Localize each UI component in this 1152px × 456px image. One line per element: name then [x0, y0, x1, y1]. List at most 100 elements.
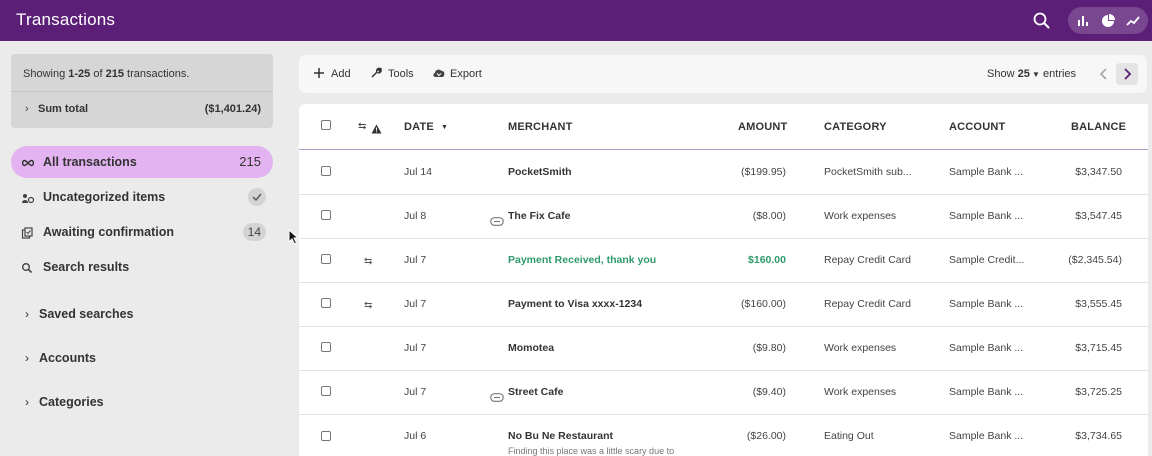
- column-header-balance[interactable]: BALANCE: [1071, 121, 1126, 133]
- row-checkbox[interactable]: [321, 431, 331, 441]
- section-accounts[interactable]: › Accounts: [11, 345, 273, 373]
- nav-label: Awaiting confirmation: [43, 225, 175, 239]
- export-button[interactable]: Export: [432, 67, 484, 81]
- search-icon[interactable]: [1032, 11, 1052, 31]
- section-categories[interactable]: › Categories: [11, 389, 273, 417]
- bar-chart-icon[interactable]: [1075, 13, 1091, 29]
- row-amount: ($199.95): [741, 166, 786, 178]
- wrench-icon: [371, 67, 382, 78]
- clipboard-check-icon: [21, 226, 35, 239]
- row-merchant[interactable]: PocketSmith: [508, 166, 572, 178]
- row-date: Jul 7: [404, 298, 427, 310]
- row-date: Jul 8: [404, 210, 427, 222]
- uncategorized-icon: [21, 191, 35, 204]
- section-saved-searches[interactable]: › Saved searches: [11, 301, 273, 329]
- section-label: Saved searches: [39, 307, 134, 321]
- table-row[interactable]: Jul 6 No Bu Ne Restaurant Finding this p…: [299, 415, 1148, 456]
- table-row[interactable]: Jul 7 Momotea ($9.80) Work expenses Samp…: [299, 327, 1148, 371]
- row-account[interactable]: Sample Bank ...: [949, 166, 1023, 178]
- row-note: Finding this place was a little scary du…: [508, 446, 675, 456]
- page-size-control: Show 25 ▼ entries: [987, 68, 1077, 80]
- row-category[interactable]: Work expenses: [824, 386, 896, 398]
- row-balance: $3,347.50: [1075, 166, 1122, 178]
- table-row[interactable]: Jul 7 Street Cafe ($9.40) Work expenses …: [299, 371, 1148, 415]
- nav-awaiting-confirmation[interactable]: Awaiting confirmation 14: [11, 216, 273, 248]
- sum-total-value: ($1,401.24): [204, 103, 261, 115]
- export-label: Export: [450, 68, 482, 80]
- row-category[interactable]: Repay Credit Card: [824, 254, 911, 266]
- chevron-right-icon: ›: [25, 351, 29, 365]
- row-amount: ($160.00): [741, 298, 786, 310]
- line-chart-icon[interactable]: [1125, 13, 1141, 29]
- row-category[interactable]: Work expenses: [824, 342, 896, 354]
- row-checkbox[interactable]: [321, 210, 331, 220]
- row-account[interactable]: Sample Bank ...: [949, 386, 1023, 398]
- column-header-amount[interactable]: AMOUNT: [738, 121, 787, 133]
- sort-descending-icon[interactable]: ▼: [441, 124, 448, 131]
- chevron-down-icon[interactable]: ▼: [1030, 70, 1040, 79]
- plus-icon: [314, 68, 324, 78]
- row-merchant[interactable]: Payment to Visa xxxx-1234: [508, 298, 642, 310]
- row-account[interactable]: Sample Bank ...: [949, 298, 1023, 310]
- count-badge: 215: [239, 154, 261, 169]
- nav-search-results[interactable]: Search results: [11, 251, 273, 283]
- nav-label: Search results: [43, 260, 130, 274]
- tools-label: Tools: [388, 68, 414, 80]
- row-account[interactable]: Sample Bank ...: [949, 430, 1023, 442]
- row-merchant[interactable]: No Bu Ne Restaurant: [508, 430, 613, 442]
- mouse-cursor: [288, 228, 300, 250]
- row-amount: $160.00: [748, 254, 786, 266]
- showing-count: Showing 1-25 of 215 transactions.: [23, 68, 190, 80]
- row-account[interactable]: Sample Bank ...: [949, 210, 1023, 222]
- nav-all-transactions[interactable]: All transactions 215: [11, 146, 273, 178]
- row-account[interactable]: Sample Credit...: [949, 254, 1024, 266]
- column-header-category[interactable]: CATEGORY: [824, 121, 887, 133]
- chevron-right-icon: ›: [25, 307, 29, 321]
- row-checkbox[interactable]: [321, 254, 331, 264]
- search-icon: [21, 261, 35, 274]
- select-all-checkbox[interactable]: [321, 120, 331, 130]
- row-merchant[interactable]: Momotea: [508, 342, 554, 354]
- tools-button[interactable]: Tools: [370, 67, 415, 81]
- table-row[interactable]: Jul 14 PocketSmith ($199.95) PocketSmith…: [299, 151, 1148, 195]
- row-amount: ($9.40): [752, 386, 786, 398]
- check-icon: [248, 188, 266, 206]
- row-category[interactable]: PocketSmith sub...: [824, 166, 912, 178]
- section-label: Categories: [39, 395, 104, 409]
- row-checkbox[interactable]: [321, 298, 331, 308]
- table-toolbar: Add Tools Export Show 25 ▼ entries: [299, 55, 1147, 93]
- row-merchant[interactable]: Street Cafe: [508, 386, 563, 398]
- row-merchant[interactable]: Payment Received, thank you: [508, 254, 656, 266]
- nav-label: All transactions: [43, 155, 137, 169]
- transfer-icon: ⇆: [364, 256, 373, 267]
- add-button[interactable]: Add: [313, 67, 351, 81]
- view-switcher: [1068, 7, 1148, 34]
- sum-total-label: Sum total: [38, 103, 89, 115]
- nav-uncategorized[interactable]: Uncategorized items: [11, 181, 273, 213]
- pie-chart-icon[interactable]: [1100, 13, 1116, 29]
- next-page-button[interactable]: [1116, 63, 1138, 85]
- row-date: Jul 14: [404, 166, 433, 178]
- row-balance: $3,715.45: [1075, 342, 1122, 354]
- cloud-download-icon: [433, 69, 445, 77]
- table-row[interactable]: Jul 8 The Fix Cafe ($8.00) Work expenses…: [299, 195, 1148, 239]
- row-category[interactable]: Repay Credit Card: [824, 298, 911, 310]
- previous-page-button[interactable]: [1093, 63, 1115, 85]
- section-label: Accounts: [39, 351, 96, 365]
- column-header-date[interactable]: DATE: [404, 121, 434, 133]
- column-header-account[interactable]: ACCOUNT: [949, 121, 1005, 133]
- row-merchant[interactable]: The Fix Cafe: [508, 210, 570, 222]
- row-account[interactable]: Sample Bank ...: [949, 342, 1023, 354]
- column-header-merchant[interactable]: MERCHANT: [508, 121, 573, 133]
- page-size-select[interactable]: 25: [1018, 68, 1030, 80]
- row-category[interactable]: Work expenses: [824, 210, 896, 222]
- top-bar: Transactions: [0, 0, 1152, 41]
- row-category[interactable]: Eating Out: [824, 430, 874, 442]
- table-row[interactable]: ⇆ Jul 7 Payment to Visa xxxx-1234 ($160.…: [299, 283, 1148, 327]
- row-checkbox[interactable]: [321, 342, 331, 352]
- sum-total-toggle[interactable]: › Sum total ($1,401.24): [11, 92, 273, 128]
- tag-icon: [490, 213, 504, 231]
- row-checkbox[interactable]: [321, 386, 331, 396]
- row-checkbox[interactable]: [321, 166, 331, 176]
- table-row[interactable]: ⇆ Jul 7 Payment Received, thank you $160…: [299, 239, 1148, 283]
